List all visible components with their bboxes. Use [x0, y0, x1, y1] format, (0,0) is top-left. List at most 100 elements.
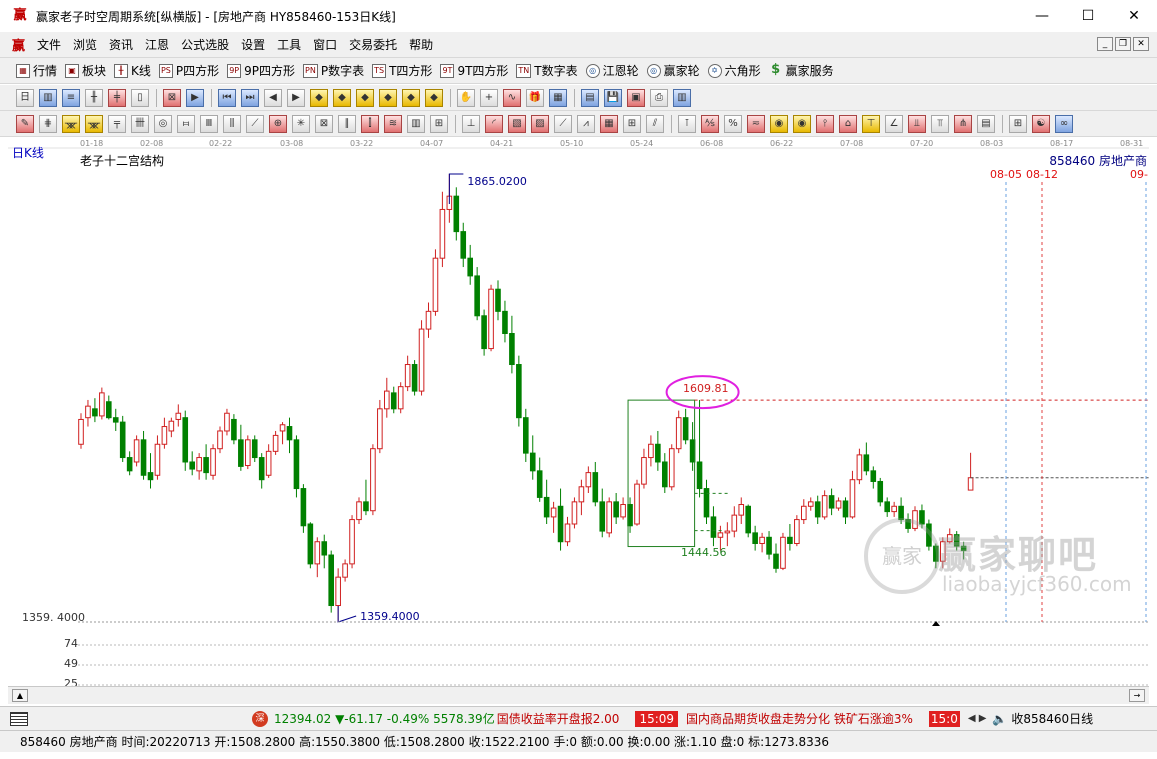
grid-select-icon[interactable]: ▦	[549, 88, 567, 107]
scale-icon[interactable]: ≂	[747, 114, 765, 133]
diamond-zoom-in-icon[interactable]: ◆	[379, 88, 397, 107]
infinity-icon[interactable]: ∞	[1055, 114, 1073, 133]
horizontal-scrollbar[interactable]: ▲ →	[8, 686, 1149, 704]
cross-zoom-icon[interactable]: ⊠	[163, 88, 181, 107]
fib-lines-icon[interactable]: ╤	[108, 114, 126, 133]
gann-fan-icon[interactable]: ᚘ	[85, 114, 103, 133]
kline-button[interactable]: ╫ K线	[114, 62, 151, 79]
diamond-down-icon[interactable]: ◆	[356, 88, 374, 107]
grid-icon[interactable]	[10, 711, 28, 726]
news-nav-icon[interactable]: ◀ ▶	[968, 713, 987, 724]
p-number-table-button[interactable]: PN P数字表	[303, 62, 364, 79]
speaker-icon[interactable]: 🔈	[992, 712, 1007, 726]
percent-icon[interactable]: %	[724, 114, 742, 133]
news-item[interactable]: 国内商品期货收盘走势分化 铁矿石涨逾3%	[686, 710, 913, 727]
mdi-close-icon[interactable]: ✕	[1133, 37, 1149, 51]
columns-icon[interactable]: ▥	[407, 114, 425, 133]
calendar-icon[interactable]: ▤	[581, 88, 599, 107]
scroll-up-icon[interactable]: ▲	[12, 689, 28, 702]
ruler-icon[interactable]: ⊺	[678, 114, 696, 133]
asterisk-icon[interactable]: ✳	[292, 114, 310, 133]
arc-icon[interactable]: ◜	[485, 114, 503, 133]
t-number-table-button[interactable]: TN T数字表	[516, 62, 578, 79]
fork-icon[interactable]: ⋔	[954, 114, 972, 133]
menu-app-icon[interactable]: 赢	[12, 35, 28, 54]
wave-icon[interactable]: ≋	[384, 114, 402, 133]
index-value[interactable]: 12394.02 ▼-61.17 -0.49% 5578.39亿	[274, 710, 495, 727]
hand-icon[interactable]: ✋	[457, 88, 475, 107]
angle-icon[interactable]: ∠	[885, 114, 903, 133]
square-icon[interactable]: ▧	[508, 114, 526, 133]
menu-info[interactable]: 资讯	[106, 36, 136, 53]
menu-tools[interactable]: 工具	[274, 36, 304, 53]
p-square-button[interactable]: PS P四方形	[158, 62, 219, 79]
save-icon[interactable]: 💾	[604, 88, 622, 107]
news-item[interactable]: 国债收益率开盘报2.00	[497, 710, 620, 727]
quotes-button[interactable]: ▦ 行情	[16, 62, 57, 79]
gann-angles-icon[interactable]: ᚘ	[62, 114, 80, 133]
kline-chart[interactable]: 日K线 老子十二宫结构 858460 房地产商 01-18 02-08 02-22 0…	[8, 138, 1149, 690]
fan-lines-icon[interactable]: ⟋	[554, 114, 572, 133]
index-icon[interactable]: 深	[252, 710, 268, 727]
menu-settings[interactable]: 设置	[238, 36, 268, 53]
medal-icon[interactable]: ◉	[793, 114, 811, 133]
t-square-button[interactable]: TS T四方形	[372, 62, 432, 79]
table-icon[interactable]: ▦	[600, 114, 618, 133]
bar-chart-icon[interactable]: ╫	[85, 88, 103, 107]
layout-icon[interactable]: ⊞	[1009, 114, 1027, 133]
target-icon[interactable]: ⊕	[269, 114, 287, 133]
diamond-left-icon[interactable]: ◆	[310, 88, 328, 107]
minimize-button[interactable]: —	[1019, 0, 1065, 32]
chart-type-icon[interactable]: ▥	[39, 88, 57, 107]
box-icon[interactable]: ⊠	[315, 114, 333, 133]
winner-wheel-button[interactable]: ◎ 赢家轮	[646, 62, 700, 79]
kline-svg[interactable]	[8, 138, 1149, 686]
ray-icon[interactable]: ⟋	[246, 114, 264, 133]
vertical-lines-icon[interactable]: Ⅲ	[200, 114, 218, 133]
period-dropdown-icon[interactable]: 日	[16, 88, 34, 107]
menu-gann[interactable]: 江恩	[142, 36, 172, 53]
stairs-icon[interactable]: ⫪	[931, 114, 949, 133]
mdi-restore-icon[interactable]: ❐	[1115, 37, 1131, 51]
circle-icon[interactable]: ◎	[154, 114, 172, 133]
menu-browse[interactable]: 浏览	[70, 36, 100, 53]
overlay-icon[interactable]: ▯	[131, 88, 149, 107]
crosshair-icon[interactable]: +	[480, 88, 498, 107]
slash-lines-icon[interactable]: ⫽	[646, 114, 664, 133]
bars-icon[interactable]: ⫼	[223, 114, 241, 133]
menu-window[interactable]: 窗口	[310, 36, 340, 53]
pen-icon[interactable]: ✎	[16, 114, 34, 133]
candle-chart-icon[interactable]: ╪	[108, 88, 126, 107]
step-right-icon[interactable]: ▶	[287, 88, 305, 107]
memo-icon[interactable]: ▤	[977, 114, 995, 133]
hexagon-button[interactable]: ✡ 六角形	[707, 62, 761, 79]
cycle-icon[interactable]: ⫿	[361, 114, 379, 133]
parallel-icon[interactable]: ⧦	[177, 114, 195, 133]
trend-icon[interactable]: ∿	[503, 88, 521, 107]
first-page-icon[interactable]: ⏮	[218, 88, 236, 107]
menu-trade[interactable]: 交易委托	[346, 36, 400, 53]
grid-lines-icon[interactable]: ⋕	[39, 114, 57, 133]
9t-square-button[interactable]: 9T 9T四方形	[440, 62, 508, 79]
close-button[interactable]: ✕	[1111, 0, 1157, 32]
comb-icon[interactable]: ⊞	[430, 114, 448, 133]
export-icon[interactable]: ▣	[627, 88, 645, 107]
gift-icon[interactable]: 🎁	[526, 88, 544, 107]
diamond-reset-icon[interactable]: ◆	[425, 88, 443, 107]
gann-wheel-button[interactable]: ◎ 江恩轮	[585, 62, 639, 79]
gold-icon[interactable]: ⊤	[862, 114, 880, 133]
step-left-icon[interactable]: ◀	[264, 88, 282, 107]
menu-help[interactable]: 帮助	[406, 36, 436, 53]
percent-line-icon[interactable]: ⅍	[701, 114, 719, 133]
time-zones-icon[interactable]: 卌	[131, 114, 149, 133]
hatch-icon[interactable]: ▨	[531, 114, 549, 133]
grid-box-icon[interactable]: ⊞	[623, 114, 641, 133]
printer-setup-icon[interactable]: ▥	[673, 88, 691, 107]
diamond-zoom-out-icon[interactable]: ◆	[402, 88, 420, 107]
menu-formula[interactable]: 公式选股	[178, 36, 232, 53]
menu-file[interactable]: 文件	[34, 36, 64, 53]
zigzag-icon[interactable]: ⩘	[577, 114, 595, 133]
maximize-button[interactable]: ☐	[1065, 0, 1111, 32]
stairs-up-icon[interactable]: ⫫	[908, 114, 926, 133]
diamond-up-icon[interactable]: ◆	[333, 88, 351, 107]
